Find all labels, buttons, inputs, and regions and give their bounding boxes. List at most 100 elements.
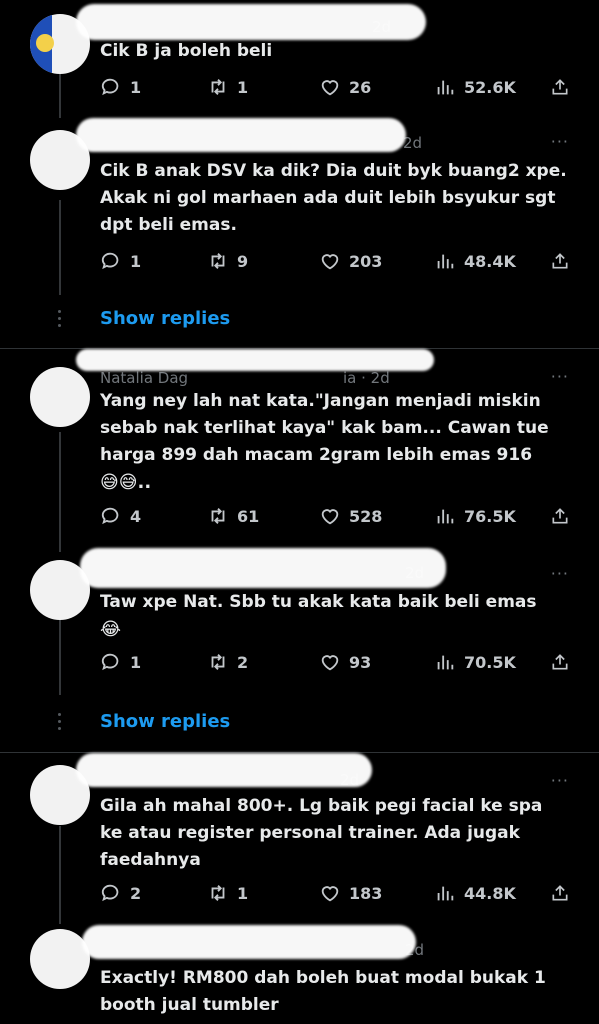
like-button[interactable]: 26 <box>319 76 434 98</box>
like-icon <box>321 80 339 96</box>
views-count: 48.4K <box>464 251 516 271</box>
retweet-icon <box>211 885 225 901</box>
reply-count: 4 <box>130 506 142 526</box>
reply-button[interactable]: 4 <box>100 505 207 527</box>
like-count: 203 <box>349 251 383 271</box>
like-icon <box>321 655 339 671</box>
reply-icon <box>101 653 119 671</box>
retweet-count: 9 <box>237 251 249 271</box>
like-count: 93 <box>349 652 372 672</box>
tweet-header-name: Natalia Dag <box>100 369 189 387</box>
like-count: 26 <box>349 77 372 97</box>
like-icon <box>321 509 339 525</box>
reply-button[interactable]: 2 <box>100 882 207 904</box>
share-icon <box>552 79 568 95</box>
tweet-text: Yang ney lah nat kata."Jangan menjadi mi… <box>100 391 549 465</box>
tweet-actions: 1 2 93 70.5K <box>100 650 570 674</box>
redaction-overlay <box>76 349 434 371</box>
thread-more-dots <box>58 310 61 331</box>
tweet-text: Cik B ja boleh beli <box>100 41 273 61</box>
share-button[interactable] <box>550 250 570 272</box>
tweet-text: Exactly! RM800 dah boleh buat modal buka… <box>100 968 546 1015</box>
views-count: 52.6K <box>464 77 516 97</box>
reply-icon <box>101 507 119 525</box>
reply-count: 1 <box>130 77 142 97</box>
retweet-button[interactable]: 61 <box>207 505 319 527</box>
redaction-overlay <box>76 753 372 787</box>
share-button[interactable] <box>550 651 570 673</box>
share-icon <box>552 508 568 524</box>
more-icon[interactable]: ··· <box>551 367 569 386</box>
tweet-text: Cik B anak DSV ka dik? Dia duit byk buan… <box>100 161 567 235</box>
views-button[interactable]: 76.5K <box>434 505 550 527</box>
retweet-icon <box>211 253 225 269</box>
redaction-overlay <box>76 4 426 40</box>
reply-icon <box>101 252 119 270</box>
retweet-count: 2 <box>237 652 249 672</box>
reply-count: 2 <box>130 883 142 903</box>
thread-line <box>59 200 61 295</box>
views-count: 70.5K <box>464 652 516 672</box>
share-icon <box>552 654 568 670</box>
reply-button[interactable]: 1 <box>100 651 207 673</box>
reply-button[interactable]: 1 <box>100 76 207 98</box>
tweet-emoji-line: 😂 <box>100 619 122 640</box>
retweet-button[interactable]: 1 <box>207 882 319 904</box>
reply-button[interactable]: 1 <box>100 250 207 272</box>
like-button[interactable]: 183 <box>319 882 434 904</box>
thread-line <box>59 610 61 695</box>
reply-icon <box>101 78 119 96</box>
avatar[interactable] <box>30 929 90 989</box>
reply-icon <box>101 884 119 902</box>
more-icon[interactable]: ··· <box>551 564 569 583</box>
share-icon <box>552 885 568 901</box>
tweet-text: Taw xpe Nat. Sbb tu akak kata baik beli … <box>100 592 537 612</box>
more-icon[interactable]: ··· <box>551 132 569 151</box>
like-button[interactable]: 93 <box>319 651 434 673</box>
views-button[interactable]: 70.5K <box>434 651 550 673</box>
retweet-button[interactable]: 1 <box>207 76 319 98</box>
share-icon <box>552 253 568 269</box>
retweet-icon <box>211 508 225 524</box>
retweet-count: 1 <box>237 77 249 97</box>
views-icon <box>437 80 454 95</box>
retweet-count: 61 <box>237 506 260 526</box>
share-button[interactable] <box>550 882 570 904</box>
thread-line <box>59 432 61 552</box>
retweet-count: 1 <box>237 883 249 903</box>
thread-line <box>59 826 61 924</box>
like-count: 183 <box>349 883 383 903</box>
share-button[interactable] <box>550 76 570 98</box>
show-replies-link[interactable]: Show replies <box>100 711 230 732</box>
retweet-button[interactable]: 9 <box>207 250 319 272</box>
like-icon <box>321 886 339 902</box>
redaction-overlay <box>76 118 406 152</box>
tweet-header-time: ia · 2d <box>343 369 390 387</box>
views-icon <box>437 886 454 901</box>
tweet-text: Gila ah mahal 800+. Lg baik pegi facial … <box>100 796 543 870</box>
views-icon <box>437 655 454 670</box>
like-button[interactable]: 528 <box>319 505 434 527</box>
show-replies-link[interactable]: Show replies <box>100 308 230 329</box>
tweet-actions: 1 9 203 48.4K <box>100 249 570 273</box>
views-icon <box>437 509 454 524</box>
retweet-icon <box>211 654 225 670</box>
views-icon <box>437 254 454 269</box>
like-button[interactable]: 203 <box>319 250 434 272</box>
share-button[interactable] <box>550 505 570 527</box>
redaction-overlay <box>82 925 416 959</box>
reply-count: 1 <box>130 652 142 672</box>
views-count: 76.5K <box>464 506 516 526</box>
avatar[interactable] <box>30 367 90 427</box>
retweet-button[interactable]: 2 <box>207 651 319 673</box>
reply-count: 1 <box>130 251 142 271</box>
thread-line <box>59 74 61 118</box>
views-button[interactable]: 44.8K <box>434 882 550 904</box>
tweet-actions: 2 1 183 44.8K <box>100 881 570 905</box>
more-icon[interactable]: ··· <box>551 771 569 790</box>
tweet-emoji-line: 😅😅.. <box>100 472 152 493</box>
like-count: 528 <box>349 506 383 526</box>
views-button[interactable]: 52.6K <box>434 76 550 98</box>
views-button[interactable]: 48.4K <box>434 250 550 272</box>
redaction-overlay <box>80 548 446 588</box>
